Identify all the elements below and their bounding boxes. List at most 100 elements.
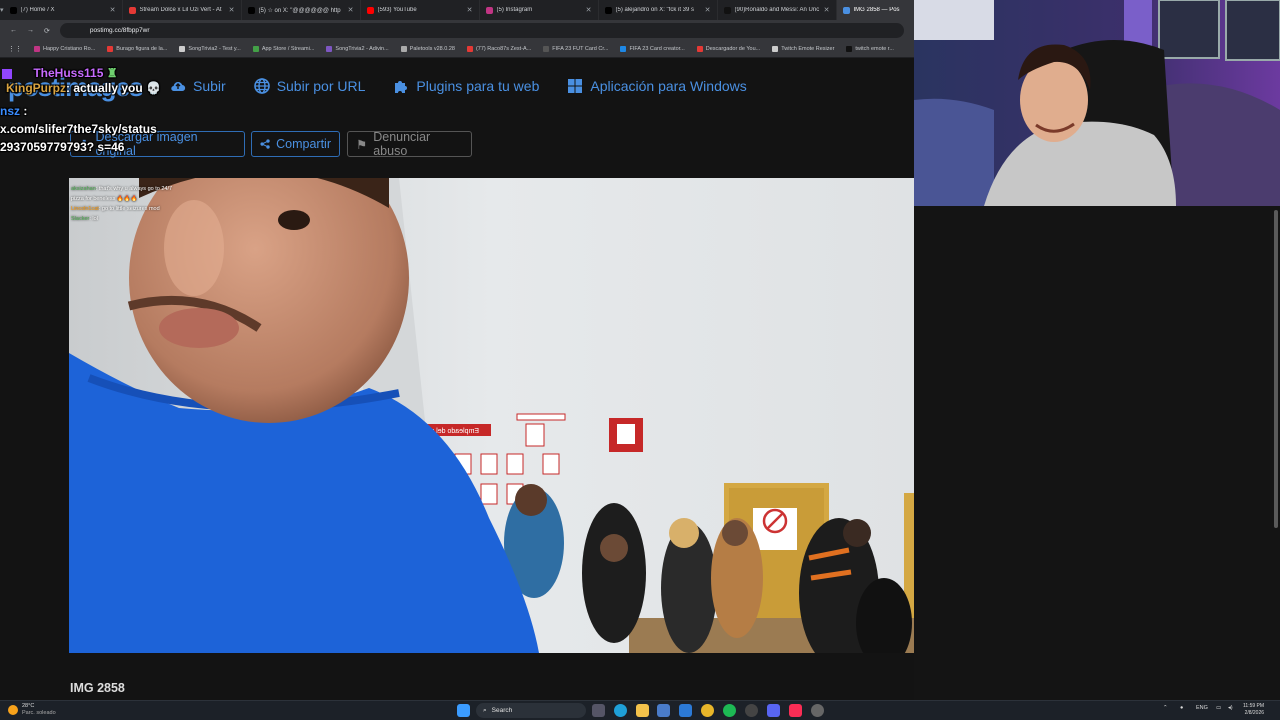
chat-username: nsz xyxy=(0,104,21,118)
bookmark-favicon-icon xyxy=(846,46,853,52)
tab-title: IMG 2858 — Pos xyxy=(853,7,900,13)
browser-tab[interactable]: (5) Instagram ✕ xyxy=(480,0,599,20)
music-icon[interactable] xyxy=(789,704,802,717)
taskbar-search[interactable]: ⌕ Search xyxy=(476,703,586,718)
photo-chat-line: aksizahan: that's why u always go to 24/… xyxy=(71,184,181,204)
photo-scene: Empleado del mes xyxy=(69,178,914,653)
tab-close-icon[interactable]: ✕ xyxy=(586,6,592,14)
bookmark-label: Burago figura de la... xyxy=(116,46,168,52)
discord-icon[interactable] xyxy=(767,704,780,717)
nav-plugins[interactable]: Plugins para tu web xyxy=(393,78,539,94)
edge-icon[interactable] xyxy=(614,704,627,717)
report-abuse-button[interactable]: ⚑ Denunciar abuso xyxy=(347,130,472,158)
share-button[interactable]: Compartir xyxy=(251,131,340,157)
bookmark-favicon-icon xyxy=(696,46,703,52)
forward-icon[interactable]: → xyxy=(27,27,34,34)
store-icon[interactable] xyxy=(657,704,670,717)
bookmark-favicon-icon xyxy=(543,46,550,52)
bookmark-item[interactable]: FIFA 23 Card creator... xyxy=(620,46,685,52)
clock[interactable]: 11:59 PM 2/8/2026 xyxy=(1243,703,1264,717)
main-image[interactable]: Empleado del mes aksizahan: that's why u… xyxy=(69,178,914,653)
bookmark-favicon-icon xyxy=(179,46,186,52)
nav-upload[interactable]: Subir xyxy=(170,78,226,94)
webcam-scene xyxy=(914,0,1280,206)
obs-icon[interactable] xyxy=(745,704,758,717)
bookmark-favicon-icon xyxy=(252,46,259,52)
bookmark-item[interactable]: FIFA 23 FUT Card Cr... xyxy=(543,46,608,52)
tab-close-icon[interactable]: ✕ xyxy=(229,6,235,14)
tab-title: (5) ☆ on X: "@@@@@@ http xyxy=(258,7,341,14)
mic-icon[interactable]: ● xyxy=(1180,705,1183,711)
bookmark-item[interactable]: Happy Cristiano Ro... xyxy=(34,46,95,52)
cloud-upload-icon xyxy=(171,82,186,92)
sun-icon xyxy=(8,705,18,715)
browser-tab[interactable]: (5) ☆ on X: "@@@@@@ http ✕ xyxy=(242,0,361,20)
browser-tab[interactable]: Stream Dolce x Lil Uzi Vert - At ✕ xyxy=(123,0,242,20)
url-field[interactable]: postimg.cc/8fbpp7wr xyxy=(59,23,904,38)
back-icon[interactable]: ← xyxy=(10,27,17,34)
scrollbar-thumb[interactable] xyxy=(1274,210,1278,528)
nav-windows-app[interactable]: Aplicación para Windows xyxy=(567,78,747,94)
tab-close-icon[interactable]: ✕ xyxy=(824,6,830,14)
tab-close-icon[interactable]: ✕ xyxy=(467,6,473,14)
reload-icon[interactable]: ⟳ xyxy=(44,27,50,35)
bookmark-item[interactable]: App Store / Streami... xyxy=(252,46,314,52)
spotify-icon[interactable] xyxy=(723,704,736,717)
bookmark-item[interactable]: SongTrivia2 - Test y... xyxy=(179,46,241,52)
tab-favicon-icon xyxy=(485,6,493,14)
tab-favicon-icon xyxy=(842,6,850,14)
tab-favicon-icon xyxy=(366,6,374,14)
bookmark-favicon-icon xyxy=(34,46,40,52)
tab-close-icon[interactable]: ✕ xyxy=(110,6,116,14)
bookmark-item[interactable]: Descargador de You... xyxy=(696,46,760,52)
tab-title: (7) Home / X xyxy=(20,7,55,13)
puzzle-icon xyxy=(395,81,408,93)
browser-tab[interactable]: (90)Ronaldo and Messi: An Unc ✕ xyxy=(718,0,837,20)
monitor-icon[interactable]: ▭ xyxy=(1216,705,1221,711)
file-explorer-icon[interactable] xyxy=(636,704,649,717)
bookmark-item[interactable]: SongTrivia2 - Adivin... xyxy=(326,46,389,52)
chat-message: : actually you xyxy=(66,81,143,95)
bookmark-item[interactable]: Burago figura de la... xyxy=(107,46,167,52)
nav-upload-url[interactable]: Subir por URL xyxy=(253,78,366,94)
task-view-icon[interactable] xyxy=(592,704,605,717)
right-empty-panel xyxy=(914,206,1280,700)
mail-icon[interactable] xyxy=(679,704,692,717)
bookmark-label: Happy Cristiano Ro... xyxy=(43,46,96,52)
tab-close-icon[interactable]: ✕ xyxy=(705,6,711,14)
speaker-icon[interactable]: ◂) xyxy=(1228,705,1233,711)
language-indicator[interactable]: ENG xyxy=(1196,705,1208,711)
page-scrollbar[interactable] xyxy=(1272,206,1280,700)
chat-username: TheHuss115 xyxy=(33,66,104,80)
bookmark-favicon-icon xyxy=(466,46,473,52)
bookmark-favicon-icon xyxy=(772,46,779,52)
chat-line: KingPurpz: actually you 💀 xyxy=(0,81,161,95)
chrome-icon[interactable] xyxy=(701,704,714,717)
bookmark-label: SongTrivia2 - Test y... xyxy=(188,46,241,52)
nav-upload-url-label: Subir por URL xyxy=(276,78,366,94)
browser-tab[interactable]: (7) Home / X ✕ xyxy=(4,0,123,20)
tab-favicon-icon xyxy=(604,6,612,14)
weather-widget[interactable]: 28°C Parc. soleado xyxy=(8,703,56,717)
bookmark-item[interactable]: twitch emote r... xyxy=(846,46,894,52)
bookmark-item[interactable]: (77) Raco87s Zest-A... xyxy=(466,46,532,52)
browser-tab[interactable]: (5) alejandro on X: "fck it 39 s ✕ xyxy=(599,0,718,20)
app-icon[interactable] xyxy=(811,704,824,717)
apps-icon[interactable]: ⋮⋮ xyxy=(8,45,22,53)
tab-close-icon[interactable]: ✕ xyxy=(348,6,354,14)
photo-chat-user: Slacker xyxy=(71,216,90,222)
bookmark-item[interactable]: Paletools v28.0.28 xyxy=(400,46,455,52)
tab-favicon-icon xyxy=(247,6,255,14)
photo-chat-overlay: aksizahan: that's why u always go to 24/… xyxy=(71,184,181,224)
start-icon[interactable] xyxy=(457,704,470,717)
tab-favicon-icon xyxy=(723,6,731,14)
browser-tab[interactable]: IMG 2858 — Pos xyxy=(836,0,919,20)
browser-tab[interactable]: (593) YouTube ✕ xyxy=(361,0,480,20)
address-bar: ← → ⟳ postimg.cc/8fbpp7wr xyxy=(0,20,914,41)
photo-chat-text: : go to little seizures mod xyxy=(98,206,160,212)
globe-icon xyxy=(253,78,270,94)
chat-message: x.com/slifer7the7sky/status xyxy=(0,122,157,136)
bookmark-item[interactable]: Twitch Emote Resizer xyxy=(772,46,834,52)
tray-chevron-icon[interactable]: ⌃ xyxy=(1163,705,1168,711)
bookmark-label: (77) Raco87s Zest-A... xyxy=(475,46,532,52)
